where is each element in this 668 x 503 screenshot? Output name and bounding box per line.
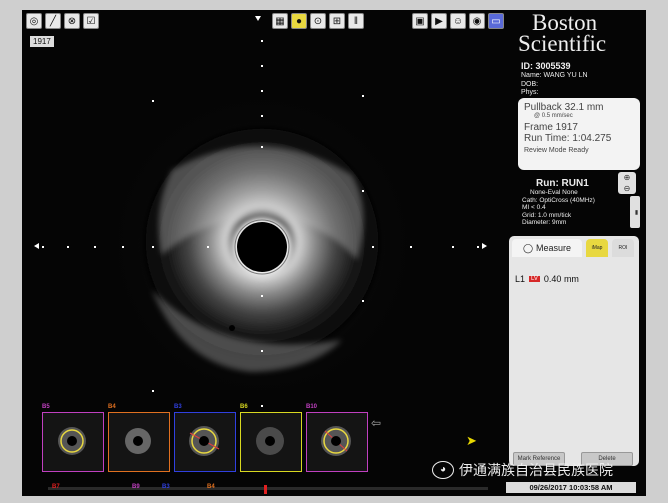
- timeline-mark-b3[interactable]: B3: [162, 484, 170, 493]
- grid-icon[interactable]: ⊞: [329, 13, 345, 29]
- lv-tag: LV: [529, 276, 540, 282]
- zoom-control[interactable]: ⊕ ⊖: [618, 172, 636, 194]
- boston-scientific-logo: Boston Scientific: [518, 10, 607, 56]
- pullback-timeline[interactable]: [48, 487, 488, 490]
- mode-status: Review Mode Ready: [524, 147, 589, 154]
- right-toolbar: ▣ ▶ ☺ ◉ ▭: [412, 13, 504, 30]
- thumbnail-b4[interactable]: [108, 412, 170, 472]
- imap-icon[interactable]: ●: [291, 13, 307, 29]
- mi-info: MI < 0.4: [522, 204, 546, 211]
- thumbnail-b6[interactable]: [240, 412, 302, 472]
- patient-dob: DOB:: [521, 80, 539, 88]
- camera-icon[interactable]: ▣: [412, 13, 428, 29]
- measure-icon[interactable]: ⊗: [64, 13, 80, 29]
- measurement-value: 0.40 mm: [543, 274, 579, 284]
- frame-badge: 1917: [30, 36, 54, 47]
- datetime-display: 09/26/2017 10:03:58 AM: [506, 482, 636, 493]
- tape-measure-icon: ◯: [522, 242, 534, 253]
- timeline-mark-b7[interactable]: B7: [52, 484, 60, 493]
- timeline-playhead[interactable]: [264, 485, 267, 494]
- draw-icon[interactable]: ╱: [45, 13, 61, 29]
- patient-id: ID: 3005539: [521, 61, 571, 71]
- patient-info: ID: 3005539 Name: WANG YU LN DOB: Phys:: [521, 61, 588, 98]
- timeline-mark-b4[interactable]: B4: [207, 484, 215, 493]
- pullback-rate: @ 0.5 mm/sec: [534, 113, 573, 119]
- play-icon[interactable]: ▶: [431, 13, 447, 29]
- select-icon[interactable]: ◎: [26, 13, 42, 29]
- wechat-icon: ◕: [432, 461, 454, 479]
- tab-measure[interactable]: ◯ Measure: [512, 239, 582, 257]
- mouse-cursor-icon: ➤: [466, 433, 477, 448]
- screen-icon[interactable]: ▭: [488, 13, 504, 29]
- measure-panel: ◯ Measure iMap ROI L1 LV 0.40 mm Mark Re…: [509, 236, 639, 466]
- thumbnail-b5[interactable]: [42, 412, 104, 472]
- image-icon[interactable]: ◉: [469, 13, 485, 29]
- patient-name: Name: WANG YU LN: [521, 72, 588, 79]
- thumbnail-b3[interactable]: [174, 412, 236, 472]
- tab-roi[interactable]: ROI: [612, 239, 634, 257]
- catheter-info: Cath: OptiCross (40MHz): [522, 196, 595, 204]
- measurement-row[interactable]: L1 LV 0.40 mm: [515, 274, 579, 284]
- patient-phys: Phys:: [521, 89, 539, 96]
- run-info: Run: RUN1 None-Eval None Cath: OptiCross…: [522, 178, 595, 227]
- grid-info: Grid: 1.0 mm/tick: [522, 211, 572, 219]
- run-label: Run: RUN1: [536, 178, 589, 189]
- pullback-title: Pullback 32.1 mm: [524, 102, 604, 113]
- side-scroll-handle[interactable]: ▮: [630, 196, 640, 228]
- center-toolbar: ▦ ● ⊙ ⊞ ‖: [272, 13, 364, 30]
- diameter-info: Diameter: 9mm: [522, 219, 567, 226]
- timeline-mark-b9[interactable]: B9: [132, 484, 140, 493]
- left-toolbar: ◎ ╱ ⊗ ☑: [26, 13, 99, 30]
- tab-imap[interactable]: iMap: [586, 239, 608, 257]
- arrow-left-icon[interactable]: ⇦: [371, 416, 381, 430]
- run-eval: None-Eval None: [530, 189, 578, 196]
- person-icon[interactable]: ☺: [450, 13, 466, 29]
- watermark: ◕ 伊通满族自治县民族医院: [432, 460, 646, 480]
- tape-icon[interactable]: ⊙: [310, 13, 326, 29]
- check-icon[interactable]: ☑: [83, 13, 99, 29]
- thumbnail-b10[interactable]: [306, 412, 368, 472]
- ivus-screen: ◎ ╱ ⊗ ☑ 1917 ▦ ● ⊙ ⊞ ‖ ▣ ▶ ☺ ◉ ▭ Boston …: [22, 10, 646, 496]
- pullback-info-box: Pullback 32.1 mm @ 0.5 mm/sec Frame 1917…: [518, 98, 640, 170]
- frame-number: Frame 1917: [524, 122, 578, 133]
- ruler-icon[interactable]: ‖: [348, 13, 364, 29]
- run-time: Run Time: 1:04.275: [524, 133, 612, 144]
- film-icon[interactable]: ▦: [272, 13, 288, 29]
